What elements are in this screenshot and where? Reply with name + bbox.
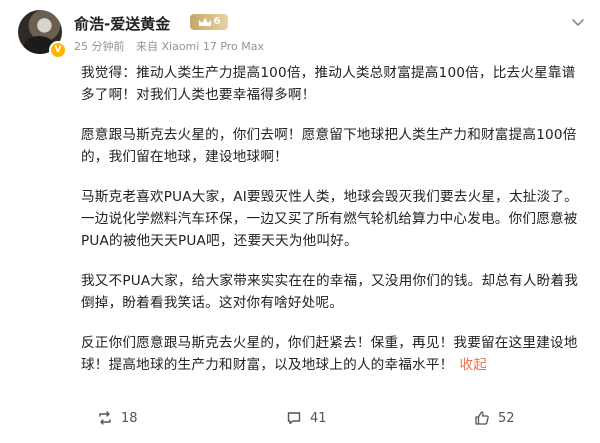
post-paragraph-5-wrap: 反正你们愿意跟马斯克去火星的，你们赶紧去！保重，再见！我要留在这里建设地球！提高… <box>81 332 581 376</box>
like-button[interactable]: 52 <box>474 410 515 426</box>
post-paragraph-2: 愿意跟马斯克去火星的，你们去啊！愿意留下地球把人类生产力和财富提高100倍的，我… <box>81 127 577 165</box>
post-header: V 俞浩-爱送黄金 6 25 分钟前 来自 Xiaomi 17 Pro Max <box>18 10 588 60</box>
action-bar: 18 41 52 <box>0 400 600 440</box>
chevron-down-icon[interactable] <box>570 14 586 30</box>
post-paragraph-3: 马斯克老喜欢PUA大家，AI要毁灭性人类，地球会毁灭我们要去火星，太扯淡了。一边… <box>81 189 578 249</box>
vip-badge[interactable]: 6 <box>190 14 228 30</box>
repost-count: 18 <box>121 410 138 426</box>
comment-icon <box>287 412 301 425</box>
post-time[interactable]: 25 分钟前 <box>74 40 125 53</box>
comment-button[interactable]: 41 <box>286 410 327 426</box>
post-paragraph-1: 我觉得：推动人类生产力提高100倍，推动人类总财富提高100倍，比去火星靠谱多了… <box>81 65 576 103</box>
post-paragraph-5: 反正你们愿意跟马斯克去火星的，你们赶紧去！保重，再见！我要留在这里建设地球！提高… <box>81 335 578 373</box>
post-paragraph-4: 我又不PUA大家，给大家带来实实在在的幸福，又没用你们的钱。却总有人盼着我倒掉，… <box>81 273 579 311</box>
collapse-link[interactable]: 收起 <box>459 357 487 373</box>
comment-count: 41 <box>310 410 327 426</box>
repost-button[interactable]: 18 <box>97 410 138 426</box>
post-source: 来自 Xiaomi 17 Pro Max <box>136 40 265 53</box>
verified-badge-icon: V <box>49 41 67 59</box>
post-meta: 25 分钟前 来自 Xiaomi 17 Pro Max <box>74 38 272 54</box>
like-count: 52 <box>498 410 515 426</box>
vip-level: 6 <box>213 16 221 27</box>
author-name[interactable]: 俞浩-爱送黄金 <box>74 13 170 34</box>
repost-icon <box>99 411 111 425</box>
post-content: 我觉得：推动人类生产力提高100倍，推动人类总财富提高100倍，比去火星靠谱多了… <box>81 62 581 394</box>
thumbs-up-icon <box>475 411 489 425</box>
crown-icon <box>198 17 211 26</box>
